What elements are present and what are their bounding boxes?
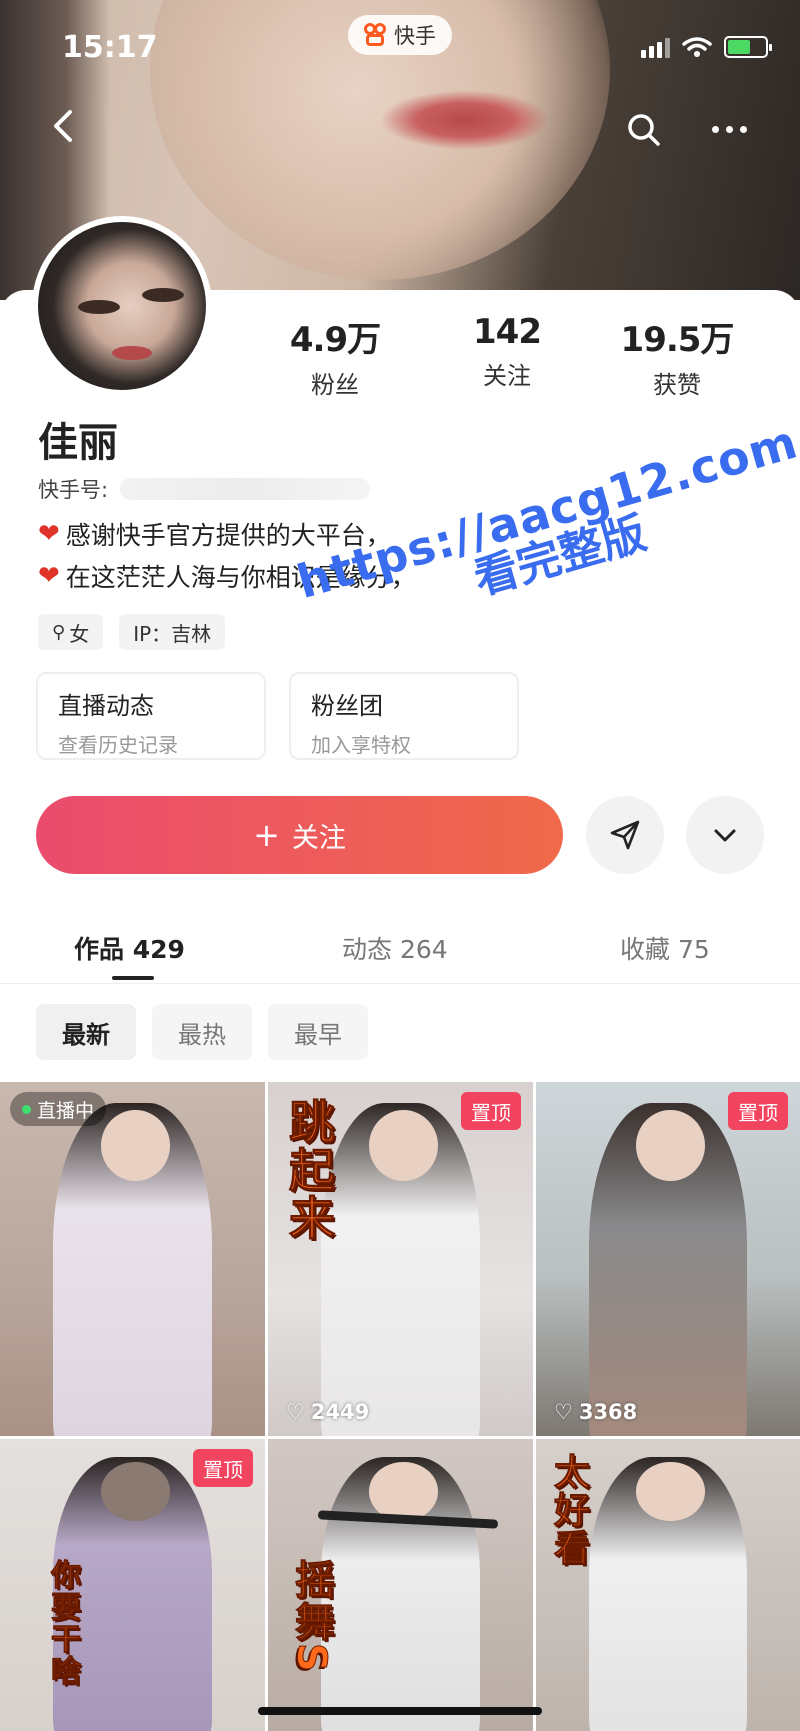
video-thumbnail[interactable]: 摇舞S: [268, 1439, 533, 1731]
live-text: 直播中: [37, 1099, 95, 1122]
overlay-text: 跳起来: [282, 1098, 337, 1243]
stat-value: 142: [473, 312, 542, 352]
gender-text: 女: [69, 621, 90, 646]
filter-earliest[interactable]: 最早: [268, 1004, 368, 1060]
content-tabs: 作品 429 动态 264 收藏 75: [0, 920, 800, 984]
app-name: 快手: [394, 24, 436, 48]
pinned-badge: 置顶: [461, 1092, 521, 1130]
follow-label: 关注: [291, 822, 346, 854]
stat-fans[interactable]: 4.9万 粉丝: [260, 312, 410, 400]
chevron-down-icon: [714, 829, 736, 842]
pinned-badge: 置顶: [193, 1449, 253, 1487]
tab-favorites[interactable]: 收藏 75: [620, 930, 710, 966]
entry-subtitle: 加入享特权: [311, 733, 411, 757]
video-grid: 直播中 跳起来 置顶 ♡ 2449 置顶 ♡ 3368 置顶 你要干啥 摇舞S: [0, 1082, 800, 1731]
likes-number: 2449: [310, 1400, 370, 1424]
pinned-badge: 置顶: [728, 1092, 788, 1130]
filter-hottest[interactable]: 最热: [152, 1004, 252, 1060]
app-badge[interactable]: 快手: [348, 15, 452, 55]
filter-newest[interactable]: 最新: [36, 1004, 136, 1060]
stat-label: 粉丝: [311, 371, 359, 399]
search-icon[interactable]: [626, 112, 662, 148]
heart-outline-icon: ♡: [554, 1400, 573, 1424]
kuaishou-logo-icon: [364, 23, 388, 47]
video-thumbnail[interactable]: 太好看: [536, 1439, 800, 1731]
stat-value: 19.5万: [620, 320, 735, 360]
video-thumbnail[interactable]: 直播中: [0, 1082, 265, 1436]
tab-moments[interactable]: 动态 264: [342, 930, 448, 966]
wifi-icon: [682, 37, 712, 57]
signal-icon: [641, 38, 670, 58]
profile-name: 佳丽: [38, 420, 118, 466]
gender-tag: ⚲ 女: [38, 614, 104, 650]
female-icon: ⚲: [52, 621, 66, 643]
entry-title: 粉丝团: [311, 692, 383, 720]
entry-title: 直播动态: [58, 692, 154, 720]
kuaishou-id: 快手号:: [38, 474, 371, 504]
profile-tags: ⚲ 女 IP：吉林: [38, 614, 226, 650]
follow-button[interactable]: + 关注: [36, 796, 563, 874]
overlay-text: 太好看: [548, 1453, 590, 1568]
ip-text: IP：吉林: [133, 621, 212, 646]
kuaishou-id-blurred: [120, 478, 371, 500]
tab-underline: [112, 976, 154, 980]
heart-icon: ❤: [38, 519, 60, 549]
battery-icon: [724, 36, 772, 58]
video-thumbnail[interactable]: 置顶 你要干啥: [0, 1439, 265, 1731]
tab-works[interactable]: 作品 429: [74, 930, 185, 966]
send-icon: [610, 820, 640, 850]
stat-value: 4.9万: [289, 320, 381, 360]
likes-number: 3368: [578, 1400, 638, 1424]
stat-likes[interactable]: 19.5万 获赞: [602, 312, 752, 400]
video-thumbnail[interactable]: 置顶 ♡ 3368: [536, 1082, 800, 1436]
heart-outline-icon: ♡: [286, 1400, 305, 1424]
likes-count: ♡ 3368: [554, 1400, 637, 1424]
sort-filters: 最新 最热 最早: [36, 1004, 368, 1060]
live-badge: 直播中: [10, 1092, 107, 1126]
home-indicator[interactable]: [258, 1707, 542, 1715]
kuaishou-id-label: 快手号:: [38, 478, 109, 502]
heart-icon: ❤: [38, 561, 60, 591]
stat-label: 获赞: [653, 371, 701, 399]
status-time: 15:17: [62, 30, 158, 65]
ip-tag: IP：吉林: [119, 614, 226, 650]
likes-count: ♡ 2449: [286, 1400, 369, 1424]
fan-club-entry[interactable]: 粉丝团 加入享特权: [289, 672, 519, 760]
live-history-entry[interactable]: 直播动态 查看历史记录: [36, 672, 266, 760]
stat-following[interactable]: 142 关注: [432, 312, 582, 391]
overlay-text: 摇舞S: [288, 1559, 335, 1675]
video-thumbnail[interactable]: 跳起来 置顶 ♡ 2449: [268, 1082, 533, 1436]
overlay-text: 你要干啥: [45, 1559, 81, 1688]
live-dot-icon: [22, 1104, 31, 1114]
more-icon[interactable]: [712, 114, 760, 144]
plus-icon: +: [253, 816, 280, 854]
share-button[interactable]: [586, 796, 664, 874]
entry-subtitle: 查看历史记录: [58, 733, 178, 757]
back-icon[interactable]: [46, 108, 82, 144]
expand-button[interactable]: [686, 796, 764, 874]
stat-label: 关注: [483, 362, 531, 390]
avatar[interactable]: [32, 216, 212, 396]
status-bar: 15:17 快手: [0, 0, 800, 90]
